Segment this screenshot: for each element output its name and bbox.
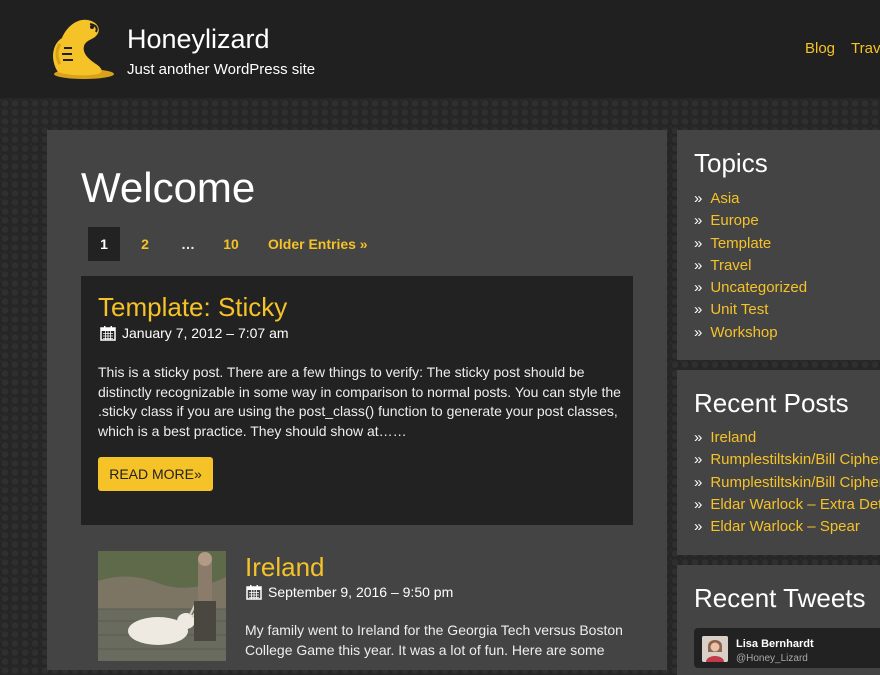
recent-post-link[interactable]: Rumplestiltskin/Bill Cipher [710, 474, 880, 491]
post-date-text: September 9, 2016 – 9:50 pm [268, 584, 454, 600]
topic-link[interactable]: Workshop [710, 324, 777, 341]
pagination: 1 2 … 10 Older Entries » [88, 227, 368, 261]
calendar-icon [246, 585, 262, 600]
sticky-post: Template: Sticky January 7, 2012 – 7:07 … [81, 276, 633, 525]
page-ellipsis: … [181, 236, 195, 252]
recent-post-link[interactable]: Ireland [710, 429, 756, 446]
page-link-10[interactable]: 10 [206, 227, 256, 261]
avatar [702, 636, 728, 662]
excerpt-line: .sticky class if you are using the post_… [98, 403, 618, 419]
tweet-author-handle[interactable]: @Honey_Lizard [736, 653, 808, 664]
topics-list: » Asia » Europe » Template » Travel » Uncateg… [694, 188, 807, 344]
widget-title: Recent Tweets [694, 583, 866, 613]
list-item: » Travel [694, 256, 752, 274]
topic-link[interactable]: Travel [710, 257, 751, 274]
post-excerpt: My family went to Ireland for the Georgi… [245, 621, 623, 660]
page-link-2[interactable]: 2 [120, 227, 170, 261]
recent-post-link[interactable]: Eldar Warlock – Extra Detail [710, 496, 880, 513]
excerpt-line: which is a best practice. They should sh… [98, 422, 407, 439]
recent-post-link[interactable]: Rumplestiltskin/Bill Cipher [710, 451, 880, 468]
list-item: » Template [694, 234, 772, 252]
list-item: » Unit Test [694, 301, 769, 319]
site-description: Just another WordPress site [127, 61, 316, 78]
primary-nav: Blog Travel [805, 40, 880, 57]
older-entries-link[interactable]: Older Entries » [268, 227, 368, 261]
recent-post-link[interactable]: Eldar Warlock – Spear [710, 518, 860, 535]
nav-item-travel[interactable]: Travel [851, 40, 880, 57]
widget-title: Recent Posts [694, 388, 849, 418]
list-item: » Uncategorized [694, 279, 808, 297]
page-title: Welcome [81, 164, 256, 211]
nav-item-blog[interactable]: Blog [805, 40, 835, 57]
recent-posts-list: » Ireland » Rumplestiltskin/Bill Cipher » R… [694, 427, 880, 538]
post-date: September 9, 2016 – 9:50 pm [246, 584, 453, 600]
post-date: January 7, 2012 – 7:07 am [100, 325, 289, 341]
post-title[interactable]: Template: Sticky [98, 292, 287, 323]
topic-link[interactable]: Unit Test [710, 301, 768, 318]
site-title[interactable]: Honeylizard [127, 24, 270, 55]
post-thumbnail[interactable] [98, 551, 226, 661]
excerpt-line: This is a sticky post. There are a few t… [98, 364, 585, 380]
honeylizard-logo[interactable] [46, 14, 116, 80]
excerpt-line: My family went to Ireland for the Georgi… [245, 622, 623, 638]
recent-posts-widget: Recent Posts » Ireland » Rumplestiltskin/B… [677, 370, 880, 555]
post-excerpt: This is a sticky post. There are a few t… [98, 363, 621, 441]
list-item: » Rumplestiltskin/Bill Cipher [694, 449, 880, 471]
list-item: » Asia [694, 190, 740, 207]
read-more-button[interactable]: READ MORE» [98, 457, 213, 491]
tweet-author-name[interactable]: Lisa Bernhardt [736, 638, 814, 650]
list-item: » Europe [694, 212, 759, 230]
main-content: Welcome 1 2 … 10 Older Entries » Templat… [47, 130, 667, 670]
site-header: Honeylizard Just another WordPress site … [0, 0, 880, 98]
list-item: » Rumplestiltskin/Bill Cipher [694, 472, 880, 494]
topic-link[interactable]: Europe [710, 212, 758, 229]
list-item: » Eldar Warlock – Spear [694, 518, 860, 536]
post-date-text: January 7, 2012 – 7:07 am [122, 325, 289, 341]
post-title[interactable]: Ireland [245, 552, 325, 583]
excerpt-line: distinctly recognizable in some way in c… [98, 383, 621, 400]
topic-link[interactable]: Uncategorized [710, 279, 807, 296]
tweet-card[interactable]: Lisa Bernhardt @Honey_Lizard [694, 628, 880, 668]
list-item: » Workshop [694, 323, 778, 341]
list-item: » Ireland [694, 429, 757, 446]
widget-title: Topics [694, 148, 768, 178]
topics-widget: Topics » Asia » Europe » Template » Travel »… [677, 130, 880, 360]
excerpt-line: College Game this year. It was a lot of … [245, 641, 605, 658]
calendar-icon [100, 326, 116, 341]
topic-link[interactable]: Asia [710, 190, 739, 207]
recent-tweets-widget: Recent Tweets Lisa Bernhardt @Honey_Liza… [677, 565, 880, 675]
list-item: » Eldar Warlock – Extra Detail [694, 494, 880, 516]
topic-link[interactable]: Template [710, 235, 771, 252]
page-current: 1 [88, 227, 120, 261]
